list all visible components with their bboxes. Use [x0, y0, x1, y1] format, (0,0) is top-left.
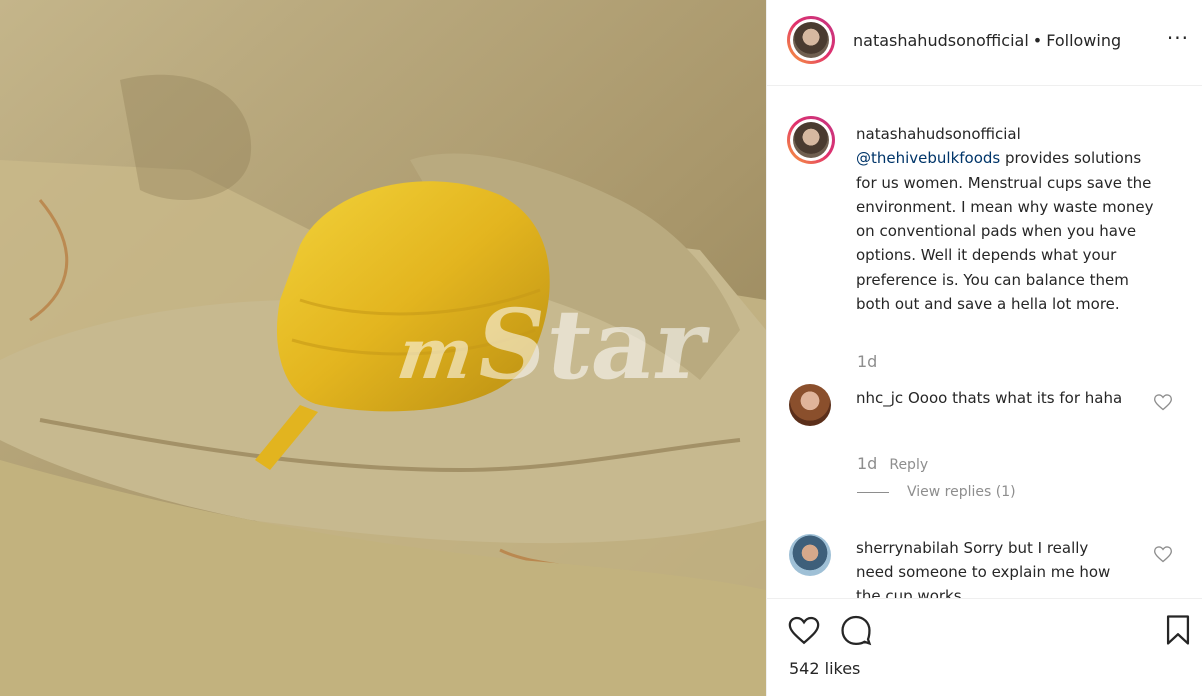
more-options-icon[interactable]: ··· — [1167, 26, 1189, 50]
reply-button[interactable]: Reply — [889, 457, 928, 473]
author-avatar[interactable] — [787, 16, 835, 64]
commenter-avatar[interactable] — [789, 534, 831, 576]
view-replies-button[interactable]: View replies (1) — [857, 484, 1016, 500]
caption-author-link[interactable]: natashahudsonofficial — [856, 122, 1166, 146]
comment-icon[interactable] — [839, 613, 873, 647]
author-line: natashahudsonofficial • Following — [853, 31, 1121, 50]
mstar-watermark: mStar — [392, 288, 716, 401]
comments-list[interactable]: natashahudsonofficial @thehivebulkfoods p… — [767, 86, 1202, 598]
comment-timestamp[interactable]: 1d — [857, 454, 877, 473]
post-actions: 542 likes — [767, 598, 1202, 696]
commenter-username-link[interactable]: nhc_jc — [856, 389, 903, 407]
caption-timestamp[interactable]: 1d — [857, 352, 877, 371]
commenter-avatar[interactable] — [789, 384, 831, 426]
view-replies-label: View replies (1) — [907, 484, 1016, 500]
bookmark-icon[interactable] — [1161, 613, 1195, 647]
separator-dot: • — [1032, 31, 1043, 50]
caption-text: provides solutions for us women. Menstru… — [856, 149, 1154, 314]
comment-body: sherrynabilah Sorry but I really need so… — [856, 536, 1124, 598]
post-image[interactable]: mStar — [0, 0, 766, 696]
post-side-panel: natashahudsonofficial • Following ··· nata… — [766, 0, 1202, 696]
post-header: natashahudsonofficial • Following ··· — [767, 0, 1202, 86]
like-comment-heart-icon[interactable] — [1153, 392, 1173, 412]
like-comment-heart-icon[interactable] — [1153, 544, 1173, 564]
comment-meta: 1d Reply — [857, 454, 928, 473]
comment-text: Oooo thats what its for haha — [907, 389, 1123, 407]
heart-icon[interactable] — [787, 613, 821, 647]
caption-body: natashahudsonofficial @thehivebulkfoods p… — [856, 122, 1166, 316]
likes-count[interactable]: 542 likes — [789, 659, 860, 678]
following-button[interactable]: Following — [1046, 31, 1121, 50]
commenter-username-link[interactable]: sherrynabilah — [856, 539, 959, 557]
mention-link[interactable]: @thehivebulkfoods — [856, 149, 1000, 167]
comment-body: nhc_jc Oooo thats what its for haha — [856, 386, 1124, 410]
author-username-link[interactable]: natashahudsonofficial — [853, 31, 1029, 50]
caption-author-avatar[interactable] — [787, 116, 835, 164]
